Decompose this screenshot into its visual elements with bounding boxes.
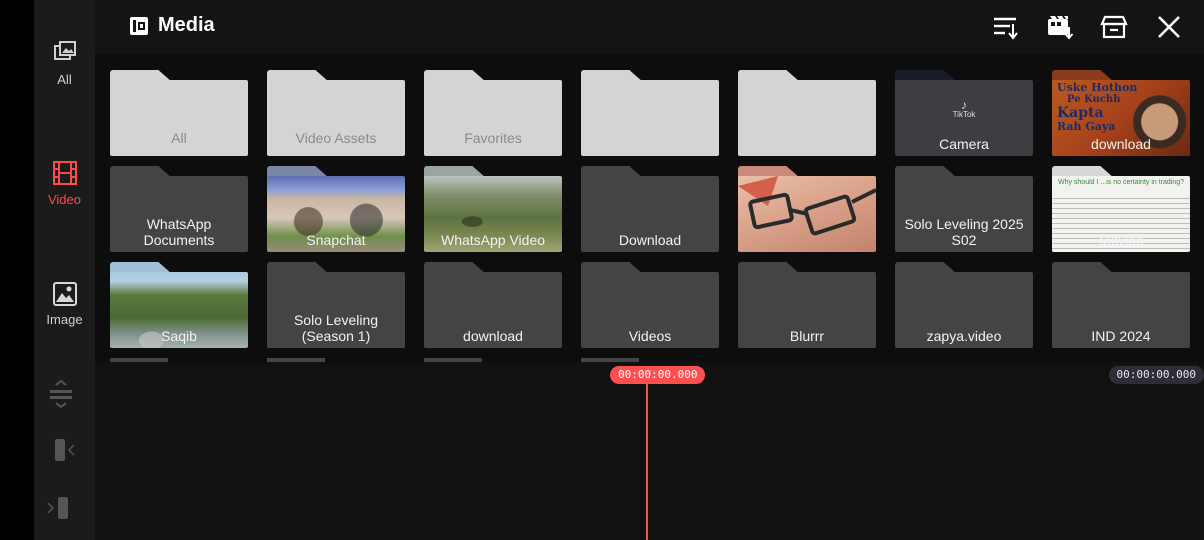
glasses-artwork-icon bbox=[738, 176, 876, 236]
trim-right-button[interactable] bbox=[46, 494, 72, 527]
poster-title: Uske Hothon Pe Kuchh Kapta Rah Gaya bbox=[1057, 81, 1138, 133]
playhead[interactable] bbox=[646, 384, 648, 540]
folder-anime[interactable] bbox=[738, 166, 876, 252]
tiktok-watermark: ♪ TikTok bbox=[895, 98, 1033, 119]
folder-label: WhatsApp Video bbox=[440, 232, 546, 248]
folder-download-2[interactable]: download bbox=[424, 262, 562, 348]
folder-videos[interactable]: Videos bbox=[581, 262, 719, 348]
sidebar-item-label: Image bbox=[46, 312, 83, 327]
folder-label: download bbox=[463, 328, 523, 344]
folder-ind-2024[interactable]: IND 2024 bbox=[1052, 262, 1190, 348]
folder-solo-leveling-season-1[interactable]: Solo Leveling (Season 1) bbox=[267, 262, 405, 348]
folder-label: Solo Leveling 2025 S02 bbox=[904, 216, 1024, 248]
close-button[interactable] bbox=[1155, 13, 1183, 41]
trim-left-button[interactable] bbox=[52, 436, 78, 469]
timeline[interactable]: 00:00:00.000 00:00:00.000 bbox=[95, 362, 1204, 540]
folder-label: Movies bbox=[1098, 232, 1144, 248]
split-icon bbox=[50, 379, 72, 409]
folder-label: IND 2024 bbox=[1091, 328, 1151, 344]
folder-label: download bbox=[1091, 136, 1151, 152]
page-title-text: Media bbox=[158, 14, 215, 36]
folder-label: WhatsApp Documents bbox=[143, 216, 215, 248]
folder-all[interactable]: All bbox=[110, 70, 248, 156]
sidebar-item-image[interactable]: Image bbox=[34, 282, 95, 327]
folder-whatsapp-video[interactable]: WhatsApp Video bbox=[424, 166, 562, 252]
folder-download-poster[interactable]: Uske Hothon Pe Kuchh Kapta Rah Gaya down… bbox=[1052, 70, 1190, 156]
folder-solo-leveling-2025[interactable]: Solo Leveling 2025 S02 bbox=[895, 166, 1033, 252]
folder-label: Download bbox=[618, 232, 682, 248]
sidebar-item-video[interactable]: Video bbox=[34, 160, 95, 207]
left-edge bbox=[0, 0, 34, 540]
close-icon bbox=[1158, 16, 1180, 38]
folder-movies[interactable]: Why should I ...is no certainty in tradi… bbox=[1052, 166, 1190, 252]
folder-zapya-video[interactable]: zapya.video bbox=[895, 262, 1033, 348]
media-folder-icon bbox=[130, 16, 148, 35]
folder-favorites[interactable]: Favorites bbox=[424, 70, 562, 156]
trim-left-icon bbox=[55, 439, 75, 461]
gallery-icon bbox=[53, 41, 76, 60]
page-title: Media bbox=[129, 14, 215, 37]
sort-icon bbox=[994, 17, 1018, 40]
timeline-tools bbox=[34, 362, 95, 540]
video-download-icon bbox=[1048, 16, 1074, 40]
store-icon bbox=[1100, 15, 1128, 39]
tiktok-logo-icon: ♪ bbox=[961, 98, 967, 112]
folder-download[interactable]: Download bbox=[581, 166, 719, 252]
trim-right-icon bbox=[47, 497, 68, 519]
folder-label: zapya.video bbox=[926, 328, 1002, 344]
folder-camera[interactable]: ♪ TikTok Camera bbox=[895, 70, 1033, 156]
sidebar-item-label: All bbox=[57, 72, 72, 87]
folder-label: Blurrr bbox=[789, 328, 825, 344]
folder-label: Videos bbox=[628, 328, 672, 344]
folder-saqib[interactable]: Saqib bbox=[110, 262, 248, 348]
folder-unnamed-2[interactable] bbox=[738, 70, 876, 156]
sort-button[interactable] bbox=[992, 13, 1020, 41]
store-button[interactable] bbox=[1100, 13, 1128, 41]
folder-blurrr[interactable]: Blurrr bbox=[738, 262, 876, 348]
folder-whatsapp-documents[interactable]: WhatsApp Documents bbox=[110, 166, 248, 252]
current-time-badge: 00:00:00.000 bbox=[610, 366, 706, 384]
video-import-button[interactable] bbox=[1046, 13, 1074, 41]
split-button[interactable] bbox=[49, 378, 73, 415]
folder-label: Saqib bbox=[161, 328, 197, 344]
image-icon bbox=[52, 282, 77, 306]
sidebar-item-all[interactable]: All bbox=[34, 40, 95, 87]
folder-label: Solo Leveling (Season 1) bbox=[293, 312, 379, 344]
folder-snapchat[interactable]: Snapchat bbox=[267, 166, 405, 252]
folder-label: Favorites bbox=[464, 130, 522, 146]
media-type-sidebar: All Video Image bbox=[34, 0, 95, 362]
media-header: Media bbox=[95, 0, 1204, 54]
folder-label: Camera bbox=[939, 136, 989, 152]
total-time-badge: 00:00:00.000 bbox=[1108, 366, 1204, 384]
film-icon bbox=[52, 161, 77, 185]
tiktok-text: TikTok bbox=[952, 110, 976, 119]
folder-label: Snapchat bbox=[306, 232, 366, 248]
folder-unnamed-1[interactable] bbox=[581, 70, 719, 156]
sidebar-item-label: Video bbox=[47, 192, 81, 207]
folder-label: All bbox=[171, 130, 187, 146]
folder-video-assets[interactable]: Video Assets bbox=[267, 70, 405, 156]
movies-thumb-heading: Why should I ...is no certainty in tradi… bbox=[1057, 179, 1185, 186]
folder-label: Video Assets bbox=[295, 130, 377, 146]
folder-grid: All Video Assets Favorites ♪ TikTok Came… bbox=[95, 54, 1204, 362]
